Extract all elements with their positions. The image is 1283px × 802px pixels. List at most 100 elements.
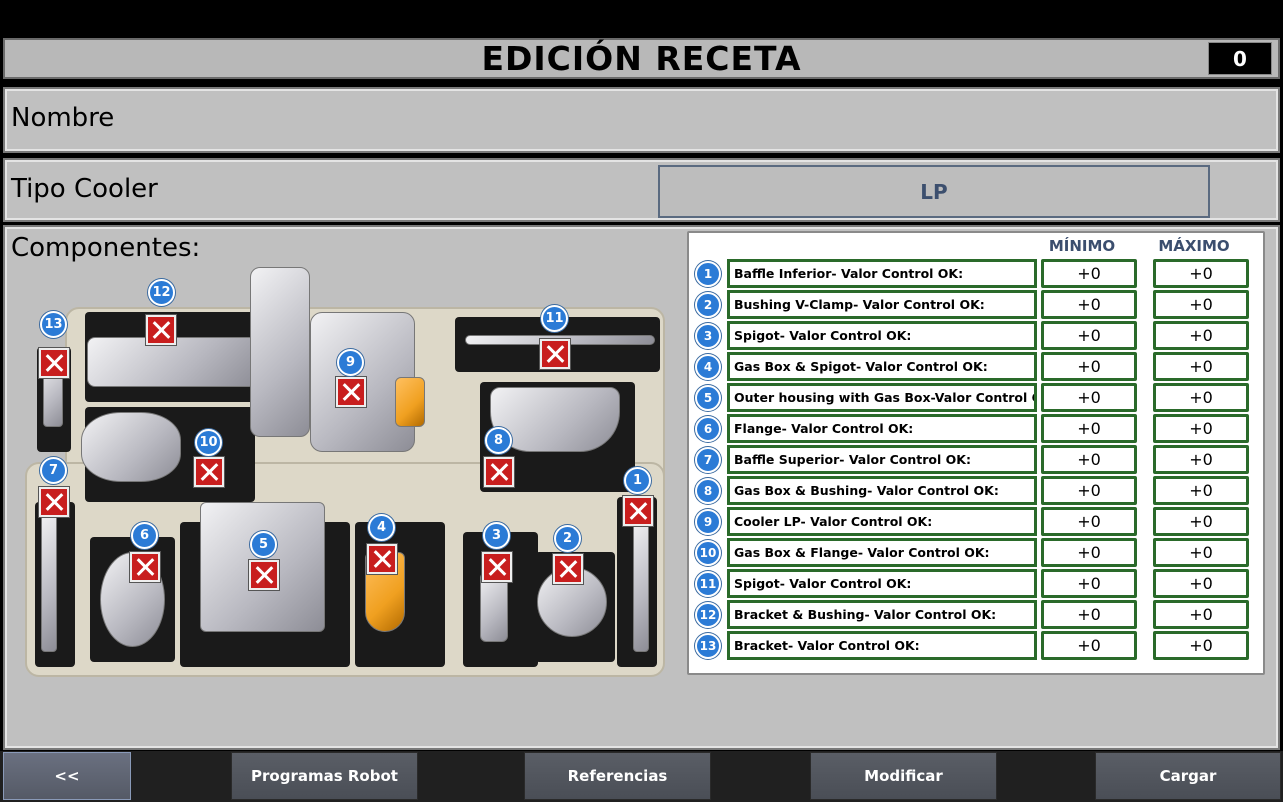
status-x-12 (146, 315, 176, 345)
bottom-toolbar: << Programas Robot Referencias Máquinas … (0, 751, 1283, 802)
status-x-2 (553, 554, 583, 584)
componentes-label: Componentes: (11, 233, 201, 263)
nombre-label: Nombre (11, 103, 115, 133)
row-number-badge: 5 (695, 385, 721, 411)
row-label: Outer housing with Gas Box-Valor Control… (727, 383, 1037, 412)
max-value-field[interactable]: +0 (1153, 259, 1249, 288)
row-number-badge: 13 (695, 633, 721, 659)
status-x-3 (482, 552, 512, 582)
max-value-field[interactable]: +0 (1153, 352, 1249, 381)
nombre-panel[interactable]: Nombre (3, 87, 1280, 153)
row-label: Spigot- Valor Control OK: (727, 321, 1037, 350)
title-bar: EDICIÓN RECETA 0 (3, 38, 1280, 79)
row-number-badge: 3 (695, 323, 721, 349)
row-label: Bushing V-Clamp- Valor Control OK: (727, 290, 1037, 319)
marker-4: 4 (368, 514, 395, 541)
table-row: 1 Baffle Inferior- Valor Control OK: +0 +0 (689, 259, 1263, 290)
column-header-min: MÍNIMO (1048, 237, 1116, 255)
row-label: Gas Box & Spigot- Valor Control OK: (727, 352, 1037, 381)
cooler-fixture-image: 12 13 11 9 10 8 7 1 6 5 4 3 2 (25, 267, 675, 687)
status-x-11 (540, 339, 570, 369)
min-value-field[interactable]: +0 (1041, 383, 1137, 412)
min-value-field[interactable]: +0 (1041, 600, 1137, 629)
page-title: EDICIÓN RECETA (481, 39, 802, 78)
row-number-badge: 10 (695, 540, 721, 566)
min-value-field[interactable]: +0 (1041, 538, 1137, 567)
max-value-field[interactable]: +0 (1153, 476, 1249, 505)
row-number-badge: 6 (695, 416, 721, 442)
marker-10: 10 (195, 429, 222, 456)
row-number-badge: 12 (695, 602, 721, 628)
row-label: Bracket- Valor Control OK: (727, 631, 1037, 660)
row-number-badge: 11 (695, 571, 721, 597)
referencias-maquinas-button[interactable]: Referencias Máquinas (524, 752, 711, 800)
row-number-badge: 9 (695, 509, 721, 535)
row-number-badge: 1 (695, 261, 721, 287)
row-number-badge: 8 (695, 478, 721, 504)
table-row: 9 Cooler LP- Valor Control OK: +0 +0 (689, 507, 1263, 538)
back-button[interactable]: << (3, 752, 131, 800)
max-value-field[interactable]: +0 (1153, 414, 1249, 443)
min-value-field[interactable]: +0 (1041, 476, 1137, 505)
table-row: 5 Outer housing with Gas Box-Valor Contro… (689, 383, 1263, 414)
row-number-badge: 7 (695, 447, 721, 473)
status-x-5 (249, 560, 279, 590)
max-value-field[interactable]: +0 (1153, 290, 1249, 319)
part-baffle-inferior (633, 517, 649, 652)
min-value-field[interactable]: +0 (1041, 290, 1137, 319)
marker-5: 5 (250, 531, 277, 558)
row-label: Baffle Superior- Valor Control OK: (727, 445, 1037, 474)
table-row: 3 Spigot- Valor Control OK: +0 +0 (689, 321, 1263, 352)
max-value-field[interactable]: +0 (1153, 538, 1249, 567)
max-value-field[interactable]: +0 (1153, 321, 1249, 350)
min-value-field[interactable]: +0 (1041, 259, 1137, 288)
part-spigot (480, 572, 508, 642)
part-baffle-superior (41, 512, 57, 652)
status-x-13 (39, 348, 69, 378)
min-value-field[interactable]: +0 (1041, 321, 1137, 350)
tipo-cooler-field[interactable]: LP (658, 165, 1210, 218)
marker-1: 1 (624, 467, 651, 494)
min-value-field[interactable]: +0 (1041, 352, 1137, 381)
table-row: 4 Gas Box & Spigot- Valor Control OK: +0 +0 (689, 352, 1263, 383)
top-black-bar (0, 0, 1283, 24)
marker-11: 11 (541, 305, 568, 332)
marker-9: 9 (337, 349, 364, 376)
row-label: Gas Box & Flange- Valor Control OK: (727, 538, 1037, 567)
max-value-field[interactable]: +0 (1153, 631, 1249, 660)
table-row: 7 Baffle Superior- Valor Control OK: +0 +0 (689, 445, 1263, 476)
modificar-button[interactable]: Modificar (810, 752, 997, 800)
max-value-field[interactable]: +0 (1153, 507, 1249, 536)
min-value-field[interactable]: +0 (1041, 507, 1137, 536)
min-value-field[interactable]: +0 (1041, 445, 1137, 474)
row-label: Baffle Inferior- Valor Control OK: (727, 259, 1037, 288)
marker-8: 8 (485, 427, 512, 454)
status-x-7 (39, 487, 69, 517)
row-label: Flange- Valor Control OK: (727, 414, 1037, 443)
status-x-4 (367, 544, 397, 574)
min-value-field[interactable]: +0 (1041, 631, 1137, 660)
min-value-field[interactable]: +0 (1041, 414, 1137, 443)
tipo-cooler-label: Tipo Cooler (11, 174, 158, 204)
marker-12: 12 (148, 279, 175, 306)
row-number-badge: 2 (695, 292, 721, 318)
programas-robot-button[interactable]: Programas Robot (231, 752, 418, 800)
cargar-button[interactable]: Cargar (1095, 752, 1281, 800)
part-gasbox-flange (81, 412, 181, 482)
marker-3: 3 (483, 522, 510, 549)
row-label: Gas Box & Bushing- Valor Control OK: (727, 476, 1037, 505)
table-row: 6 Flange- Valor Control OK: +0 +0 (689, 414, 1263, 445)
row-number-badge: 4 (695, 354, 721, 380)
max-value-field[interactable]: +0 (1153, 569, 1249, 598)
table-row: 10 Gas Box & Flange- Valor Control OK: +0 +… (689, 538, 1263, 569)
row-label: Bracket & Bushing- Valor Control OK: (727, 600, 1037, 629)
min-value-field[interactable]: +0 (1041, 569, 1137, 598)
max-value-field[interactable]: +0 (1153, 600, 1249, 629)
table-row: 11 Spigot- Valor Control OK: +0 +0 (689, 569, 1263, 600)
max-value-field[interactable]: +0 (1153, 383, 1249, 412)
max-value-field[interactable]: +0 (1153, 445, 1249, 474)
table-row: 2 Bushing V-Clamp- Valor Control OK: +0 +0 (689, 290, 1263, 321)
status-x-8 (484, 457, 514, 487)
row-label: Cooler LP- Valor Control OK: (727, 507, 1037, 536)
componentes-panel: Componentes: 12 13 11 9 10 8 7 1 6 5 4 3… (3, 225, 1280, 750)
